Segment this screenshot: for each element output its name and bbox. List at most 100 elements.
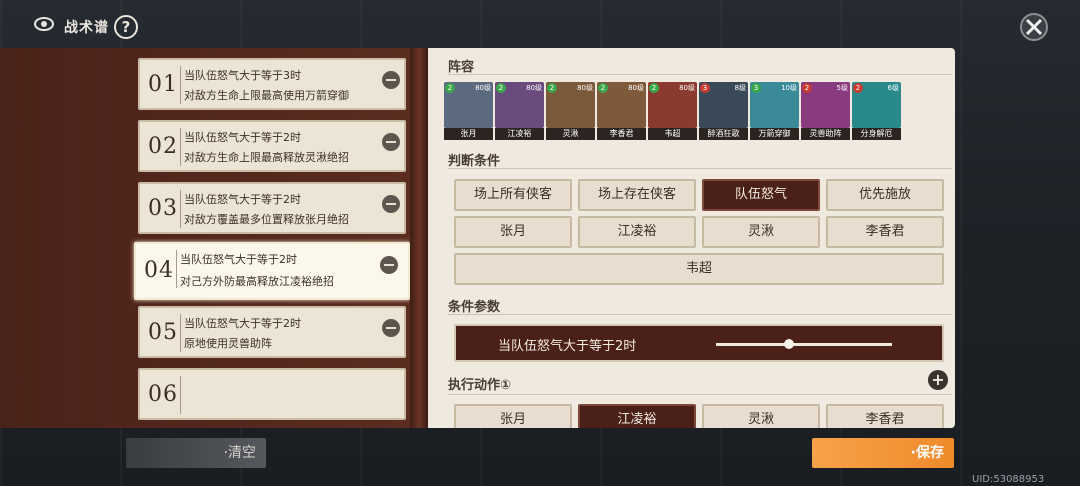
condition-button[interactable]: 场上存在侠客 bbox=[578, 179, 696, 211]
hero-filter-button[interactable]: 张月 bbox=[454, 216, 572, 248]
user-id: UID:53088953 bbox=[972, 474, 1045, 485]
hero-level: 80级 bbox=[628, 84, 644, 92]
tactic-number: 01 bbox=[148, 72, 178, 97]
param-slider-row[interactable]: 当队伍怒气大于等于2时 bbox=[454, 324, 944, 362]
tactic-condition: 当队伍怒气大于等于2时 bbox=[184, 131, 301, 144]
roster-title: 阵容 bbox=[448, 60, 475, 75]
star-badge: 2 bbox=[496, 83, 506, 93]
save-button[interactable]: ·保存 bbox=[812, 438, 954, 468]
tactic-condition: 当队伍怒气大于等于3时 bbox=[184, 69, 301, 82]
skill-card[interactable]: 3 10级 万箭穿御 bbox=[750, 82, 799, 140]
divider bbox=[180, 376, 181, 414]
tactic-action: 原地使用灵兽助阵 bbox=[184, 337, 272, 350]
hero-card[interactable]: 2 80级 韦超 bbox=[648, 82, 697, 140]
skill-card[interactable]: 2 5级 灵兽助阵 bbox=[801, 82, 850, 140]
tactic-editor: 阵容 2 80级 张月 2 80级 江凌裕 2 80级 灵湫 2 80级 李香君 bbox=[428, 48, 955, 428]
hero-name: 张月 bbox=[444, 128, 493, 140]
page-title: 战术谱 bbox=[64, 20, 109, 36]
tactic-action: 对敌方覆盖最多位置释放张月绝招 bbox=[184, 213, 349, 226]
divider bbox=[180, 66, 181, 104]
conditions-title: 判断条件 bbox=[448, 154, 501, 169]
hero-card[interactable]: 2 80级 李香君 bbox=[597, 82, 646, 140]
hero-filter-button[interactable]: 灵湫 bbox=[702, 216, 820, 248]
remove-icon[interactable] bbox=[382, 133, 400, 151]
remove-icon[interactable] bbox=[382, 71, 400, 89]
divider bbox=[448, 74, 952, 75]
eye-icon[interactable] bbox=[34, 17, 54, 31]
tactic-card-03[interactable]: 03 当队伍怒气大于等于2时 对敌方覆盖最多位置释放张月绝招 bbox=[138, 182, 406, 234]
skill-name: 醉酒狂歌 bbox=[699, 128, 748, 140]
hero-filter-button[interactable]: 韦超 bbox=[454, 253, 944, 285]
remove-icon[interactable] bbox=[380, 256, 398, 274]
tactic-number: 03 bbox=[148, 196, 178, 221]
divider bbox=[448, 314, 952, 315]
help-icon[interactable]: ? bbox=[114, 15, 138, 39]
skill-card[interactable]: 3 8级 醉酒狂歌 bbox=[699, 82, 748, 140]
star-badge: 2 bbox=[802, 83, 812, 93]
tactic-condition: 当队伍怒气大于等于2时 bbox=[184, 317, 301, 330]
condition-button[interactable]: 优先施放 bbox=[826, 179, 944, 211]
tactic-condition: 当队伍怒气大于等于2时 bbox=[184, 193, 301, 206]
skill-level: 6级 bbox=[887, 84, 899, 92]
action-button[interactable]: 李香君 bbox=[826, 404, 944, 428]
hero-level: 80级 bbox=[526, 84, 542, 92]
hero-card[interactable]: 2 80级 张月 bbox=[444, 82, 493, 140]
star-badge: 3 bbox=[700, 83, 710, 93]
star-badge: 2 bbox=[547, 83, 557, 93]
tactic-condition: 当队伍怒气大于等于2时 bbox=[180, 253, 297, 266]
hero-level: 80级 bbox=[475, 84, 491, 92]
action-button[interactable]: 灵湫 bbox=[702, 404, 820, 428]
tactic-number: 05 bbox=[148, 320, 178, 345]
slider-thumb[interactable] bbox=[784, 339, 794, 349]
divider bbox=[448, 168, 952, 169]
hero-card[interactable]: 2 80级 灵湫 bbox=[546, 82, 595, 140]
roster-row: 2 80级 张月 2 80级 江凌裕 2 80级 灵湫 2 80级 李香君 2 … bbox=[444, 82, 904, 144]
book-spine bbox=[410, 48, 428, 428]
divider bbox=[448, 394, 952, 395]
condition-button[interactable]: 场上所有侠客 bbox=[454, 179, 572, 211]
tactic-number: 02 bbox=[148, 134, 178, 159]
tactic-action: 对敌方生命上限最高使用万箭穿御 bbox=[184, 89, 349, 102]
hero-filter-button[interactable]: 李香君 bbox=[826, 216, 944, 248]
hero-level: 80级 bbox=[577, 84, 593, 92]
star-badge: 2 bbox=[853, 83, 863, 93]
slider-track[interactable] bbox=[716, 343, 892, 346]
tactic-card-01[interactable]: 01 当队伍怒气大于等于3时 对敌方生命上限最高使用万箭穿御 bbox=[138, 58, 406, 110]
tactic-card-04[interactable]: 04 当队伍怒气大于等于2时 对己方外防最高释放江凌裕绝招 bbox=[134, 242, 410, 300]
condition-button-selected[interactable]: 队伍怒气 bbox=[702, 179, 820, 211]
close-cross-icon bbox=[1025, 18, 1043, 36]
hero-level: 80级 bbox=[679, 84, 695, 92]
hero-filter-button[interactable]: 江凌裕 bbox=[578, 216, 696, 248]
tactic-card-05[interactable]: 05 当队伍怒气大于等于2时 原地使用灵兽助阵 bbox=[138, 306, 406, 358]
skill-card[interactable]: 2 6级 分身解厄 bbox=[852, 82, 901, 140]
hero-name: 韦超 bbox=[648, 128, 697, 140]
action-button-selected[interactable]: 江凌裕 bbox=[578, 404, 696, 428]
hero-card[interactable]: 2 80级 江凌裕 bbox=[495, 82, 544, 140]
skill-name: 灵兽助阵 bbox=[801, 128, 850, 140]
remove-icon[interactable] bbox=[382, 319, 400, 337]
divider bbox=[180, 190, 181, 228]
top-bar: 战术谱 ? bbox=[0, 0, 1080, 52]
action-button[interactable]: 张月 bbox=[454, 404, 572, 428]
tactic-card-06[interactable]: 06 bbox=[138, 368, 406, 420]
params-title: 条件参数 bbox=[448, 300, 501, 315]
tactic-action: 对敌方生命上限最高释放灵湫绝招 bbox=[184, 151, 349, 164]
star-badge: 2 bbox=[445, 83, 455, 93]
add-icon[interactable]: + bbox=[928, 370, 948, 390]
remove-icon[interactable] bbox=[382, 195, 400, 213]
star-badge: 3 bbox=[751, 83, 761, 93]
star-badge: 2 bbox=[598, 83, 608, 93]
tactic-action: 对己方外防最高释放江凌裕绝招 bbox=[180, 275, 334, 288]
skill-level: 10级 bbox=[781, 84, 797, 92]
actions-title: 执行动作① bbox=[448, 378, 512, 393]
skill-level: 8级 bbox=[734, 84, 746, 92]
tactics-list[interactable]: 01 当队伍怒气大于等于3时 对敌方生命上限最高使用万箭穿御 02 当队伍怒气大… bbox=[0, 48, 420, 428]
skill-name: 分身解厄 bbox=[852, 128, 901, 140]
skill-name: 万箭穿御 bbox=[750, 128, 799, 140]
hero-name: 李香君 bbox=[597, 128, 646, 140]
tactic-card-02[interactable]: 02 当队伍怒气大于等于2时 对敌方生命上限最高释放灵湫绝招 bbox=[138, 120, 406, 172]
close-icon[interactable] bbox=[1020, 13, 1048, 41]
clear-button[interactable]: ·清空 bbox=[126, 438, 266, 468]
divider bbox=[180, 314, 181, 352]
hero-name: 灵湫 bbox=[546, 128, 595, 140]
